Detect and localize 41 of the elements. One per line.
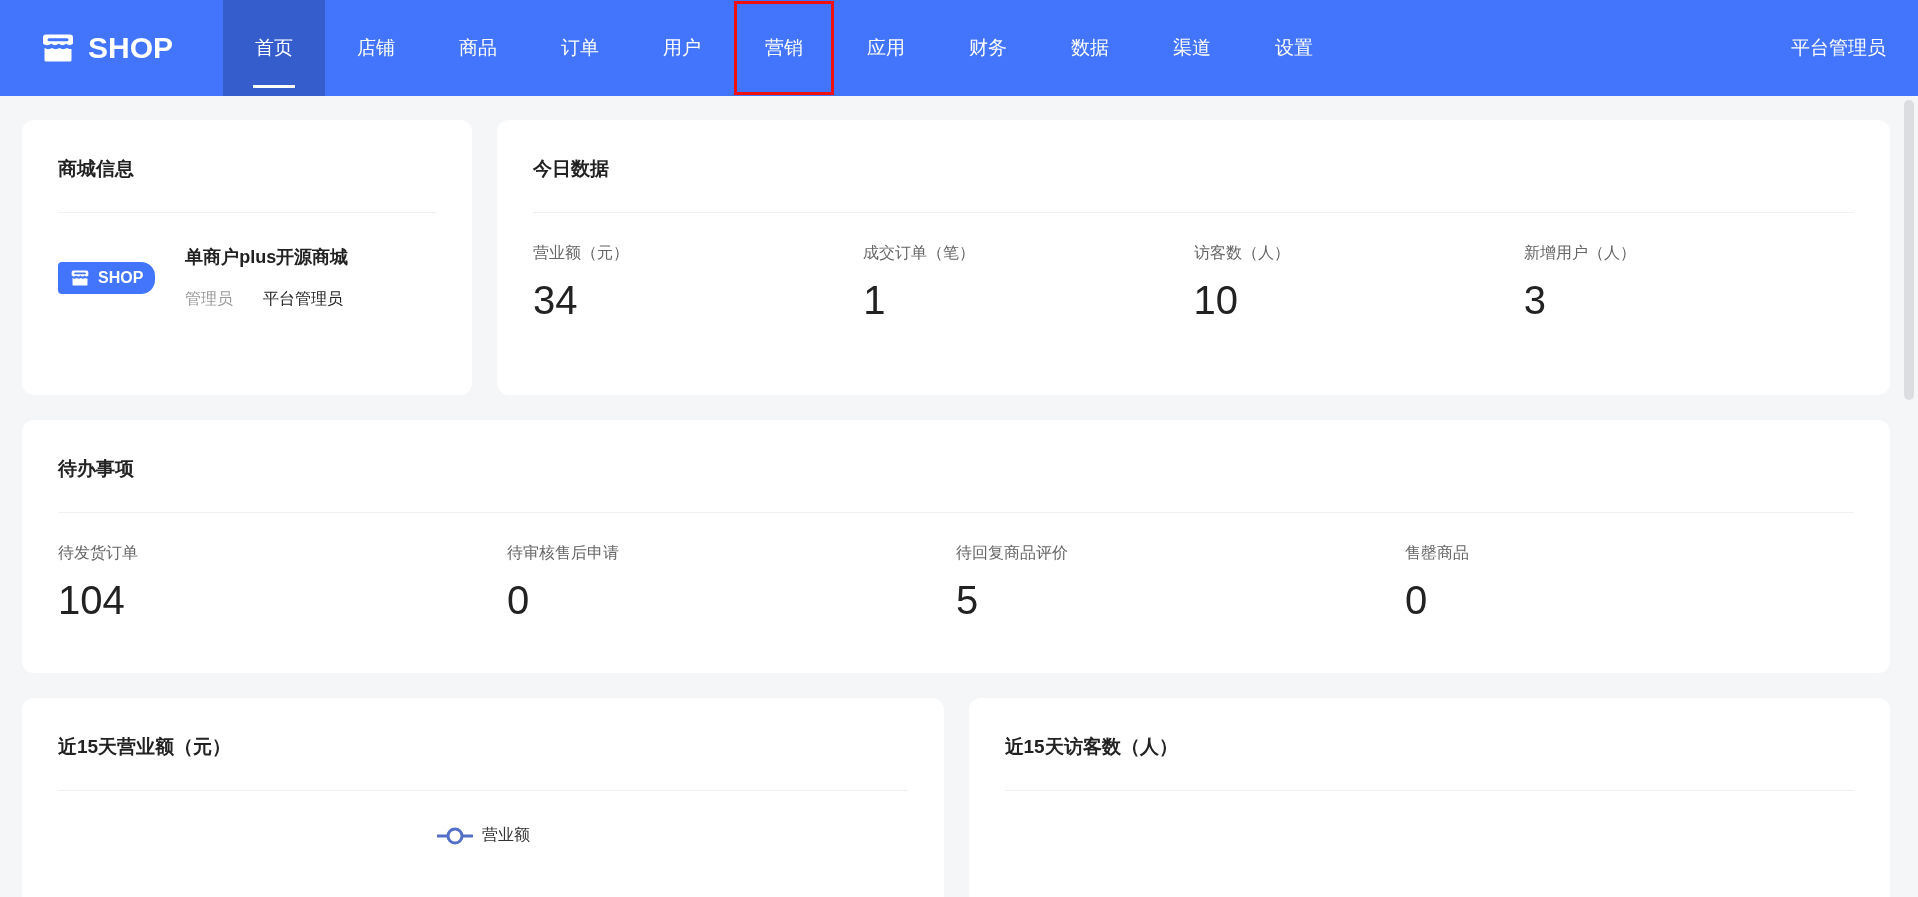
nav-tab[interactable]: 应用 [835, 0, 937, 96]
nav-tab[interactable]: 店铺 [325, 0, 427, 96]
stat-label: 成交订单（笔） [863, 243, 976, 263]
card-title: 近15天访客数（人） [1004, 698, 1854, 791]
nav-tab[interactable]: 财务 [937, 0, 1039, 96]
role-value: 平台管理员 [263, 289, 344, 309]
legend-label: 营业额 [481, 825, 530, 845]
stat-value: 5 [956, 578, 979, 623]
stat-label: 营业额（元） [533, 243, 629, 263]
role-label: 管理员 [185, 289, 234, 309]
nav-tab[interactable]: 数据 [1039, 0, 1141, 96]
scrollbar[interactable] [1904, 100, 1914, 400]
stat-value: 3 [1523, 278, 1546, 323]
nav-tab[interactable]: 渠道 [1141, 0, 1243, 96]
stat-value: 1 [863, 278, 886, 323]
stat-label: 售罄商品 [1405, 543, 1469, 563]
stat-value: 0 [1405, 578, 1428, 623]
shop-name: 单商户plus开源商城 [185, 246, 349, 269]
stat-label: 待回复商品评价 [956, 543, 1068, 563]
user-name[interactable]: 平台管理员 [1791, 35, 1886, 61]
card-title: 近15天营业额（元） [58, 698, 908, 791]
stat-label: 访客数（人） [1193, 243, 1290, 263]
nav-tab[interactable]: 营销 [733, 0, 835, 96]
logo-text: SHOP [88, 31, 174, 65]
card-title: 待办事项 [58, 420, 1854, 513]
stat-value: 10 [1193, 278, 1238, 323]
shop-badge: SHOP [58, 261, 156, 294]
nav-tab[interactable]: 首页 [223, 0, 325, 96]
card-title: 今日数据 [533, 120, 1854, 213]
stat-label: 待审核售后申请 [507, 543, 619, 563]
stat-label: 待发货订单 [58, 543, 138, 563]
card-title: 商城信息 [58, 120, 436, 213]
stat-value: 0 [507, 578, 530, 623]
legend-line-icon [435, 826, 474, 845]
nav-tab[interactable]: 设置 [1243, 0, 1345, 96]
stat-value: 34 [533, 278, 578, 323]
nav-tab[interactable]: 用户 [631, 0, 733, 96]
stat-value: 104 [58, 578, 125, 623]
nav-tab[interactable]: 订单 [529, 0, 631, 96]
nav-tab[interactable]: 商品 [427, 0, 529, 96]
stat-label: 新增用户（人） [1523, 243, 1636, 263]
